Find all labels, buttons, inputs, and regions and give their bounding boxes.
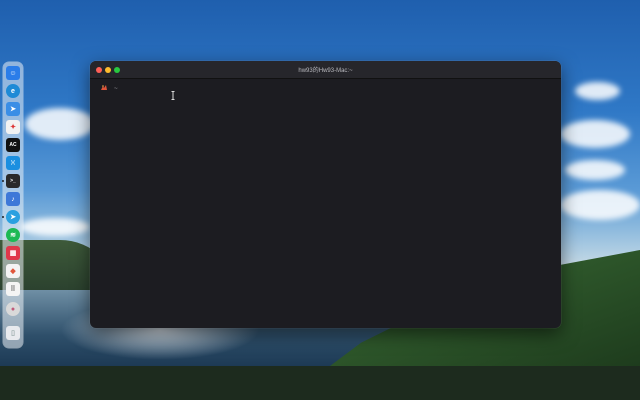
title-bar[interactable]: hw93的Hw93-Mac:~: [90, 61, 561, 79]
terminal-app-icon[interactable]: >_: [6, 174, 20, 188]
desktop-bottom-band: [0, 366, 640, 400]
running-indicator: [2, 216, 4, 218]
vscode-icon[interactable]: ⟩⟨: [6, 156, 20, 170]
stats-app-icon[interactable]: ▦: [6, 246, 20, 260]
trash-icon[interactable]: ▯: [6, 326, 20, 340]
prompt-directory: ~: [114, 84, 118, 92]
edge-browser-icon[interactable]: e: [6, 84, 20, 98]
finder-icon[interactable]: ☺: [6, 66, 20, 80]
cloud: [575, 82, 620, 100]
music-app-icon[interactable]: ♪: [6, 192, 20, 206]
launchpad-icon[interactable]: ⠿: [6, 282, 20, 296]
text-cursor-icon: [171, 91, 175, 100]
cloud: [25, 108, 95, 140]
cloud: [20, 218, 90, 236]
cloud: [560, 190, 640, 220]
cloud: [560, 120, 630, 148]
colorful-app-icon[interactable]: ◆: [6, 264, 20, 278]
pinwheel-app-icon[interactable]: ✦: [6, 120, 20, 134]
photo-app-icon[interactable]: ●: [6, 302, 20, 316]
prompt-line: ~: [100, 83, 118, 93]
maps-icon[interactable]: ➤: [6, 102, 20, 116]
window-title: hw93的Hw93-Mac:~: [298, 68, 353, 74]
dock: ☺ e ➤ ✦ AC ⟩⟨ >_ ♪ ➤ ≋ ▦ ◆ ⠿ ● ▯: [2, 62, 23, 348]
prompt-logo-icon: [101, 85, 107, 90]
running-indicator: [2, 180, 4, 182]
terminal-window[interactable]: hw93的Hw93-Mac:~ ~: [90, 61, 561, 328]
spotify-icon[interactable]: ≋: [6, 228, 20, 242]
ac-app-icon[interactable]: AC: [6, 138, 20, 152]
telegram-icon[interactable]: ➤: [6, 210, 20, 224]
cloud: [565, 160, 625, 180]
